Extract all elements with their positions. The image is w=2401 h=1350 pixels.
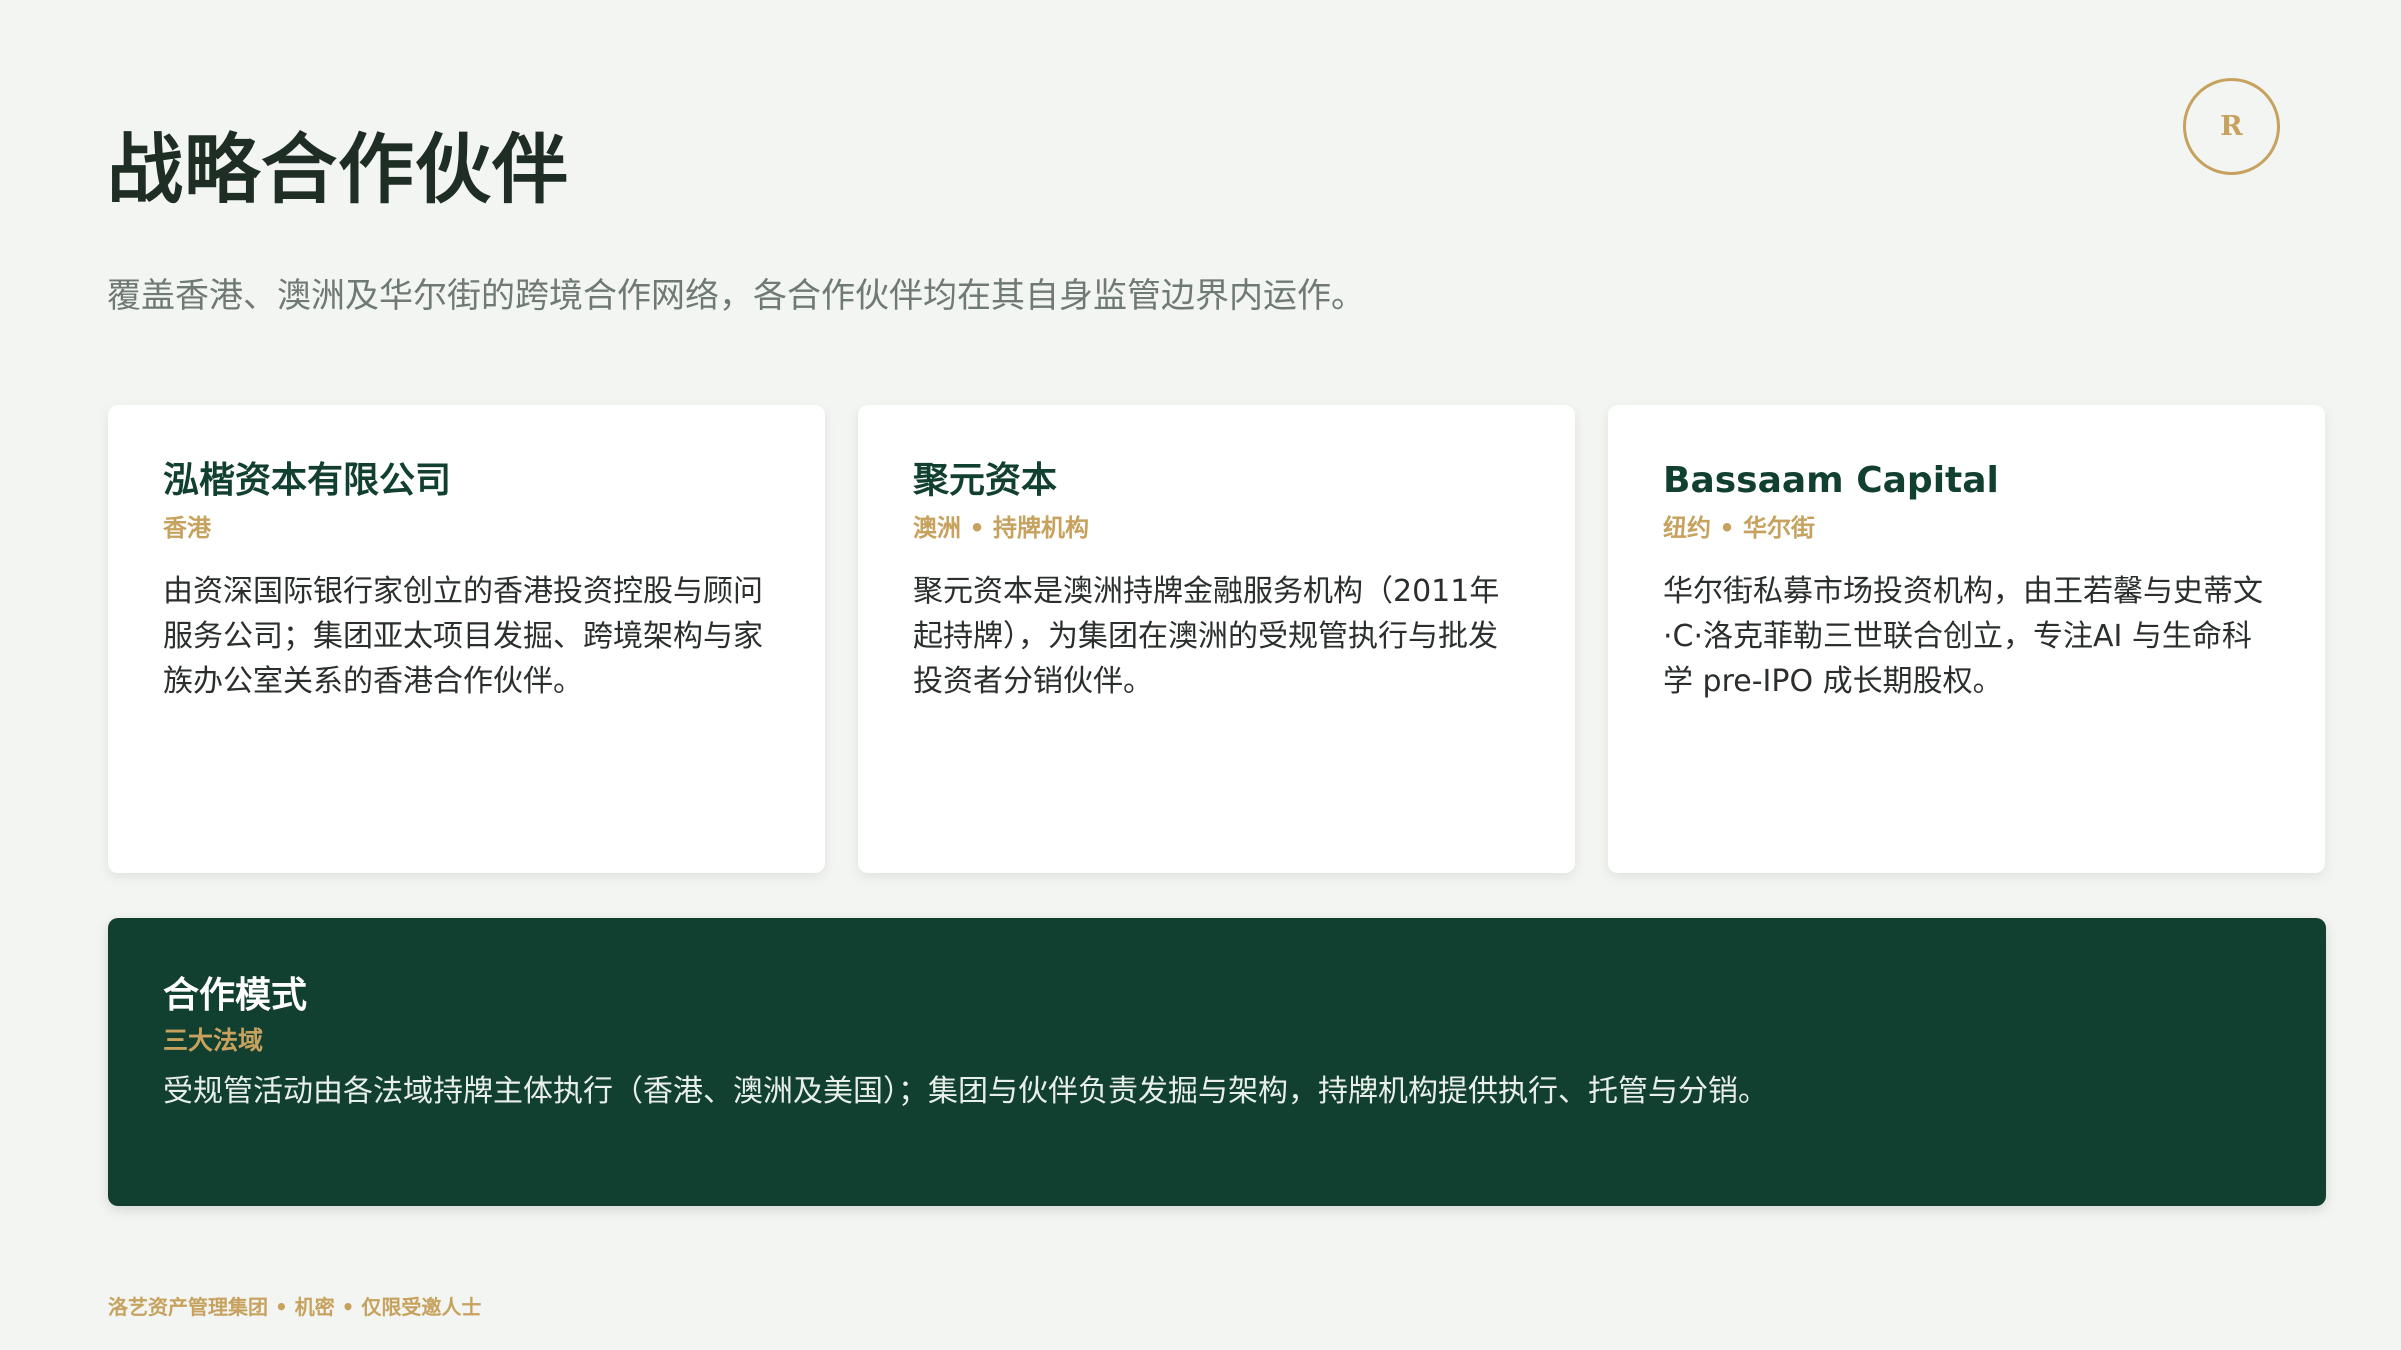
partner-name: 聚元资本 — [913, 460, 1058, 501]
partner-card-hongkai: 泓楷资本有限公司 香港 由资深国际银行家创立的香港投资控股与顾问服务公司；集团亚… — [108, 405, 825, 873]
logo-badge: R — [2183, 78, 2280, 175]
partner-card-bassaam: Bassaam Capital 纽约 • 华尔街 华尔街私募市场投资机构，由王若… — [1608, 405, 2325, 873]
cooperation-model-title: 合作模式 — [163, 975, 308, 1016]
footer-confidential-note: 洛艺资产管理集团 • 机密 • 仅限受邀人士 — [108, 1295, 482, 1319]
cooperation-model-subtitle: 三大法域 — [163, 1026, 264, 1055]
partner-region: 澳洲 • 持牌机构 — [913, 514, 1090, 542]
partner-name: 泓楷资本有限公司 — [163, 460, 452, 501]
partner-region: 纽约 • 华尔街 — [1663, 514, 1816, 542]
cooperation-model-panel: 合作模式 三大法域 受规管活动由各法域持牌主体执行（香港、澳洲及美国）；集团与伙… — [108, 918, 2326, 1206]
logo-letter: R — [2220, 111, 2243, 142]
partner-description: 华尔街私募市场投资机构，由王若馨与史蒂文·C·洛克菲勒三世联合创立，专注AI 与… — [1663, 574, 2263, 699]
partner-card-juyuan: 聚元资本 澳洲 • 持牌机构 聚元资本是澳洲持牌金融服务机构（2011年起持牌）… — [858, 405, 1575, 873]
page-title: 战略合作伙伴 — [107, 125, 569, 214]
partner-description: 由资深国际银行家创立的香港投资控股与顾问服务公司；集团亚太项目发掘、跨境架构与家… — [163, 574, 763, 699]
partner-description: 聚元资本是澳洲持牌金融服务机构（2011年起持牌），为集团在澳洲的受规管执行与批… — [913, 574, 1500, 699]
partner-region: 香港 — [163, 514, 211, 542]
cooperation-model-description: 受规管活动由各法域持牌主体执行（香港、澳洲及美国）；集团与伙伴负责发掘与架构，持… — [163, 1074, 1768, 1109]
partner-name: Bassaam Capital — [1663, 460, 1999, 501]
page-subtitle: 覆盖香港、澳洲及华尔街的跨境合作网络，各合作伙伴均在其自身监管边界内运作。 — [107, 276, 1365, 316]
